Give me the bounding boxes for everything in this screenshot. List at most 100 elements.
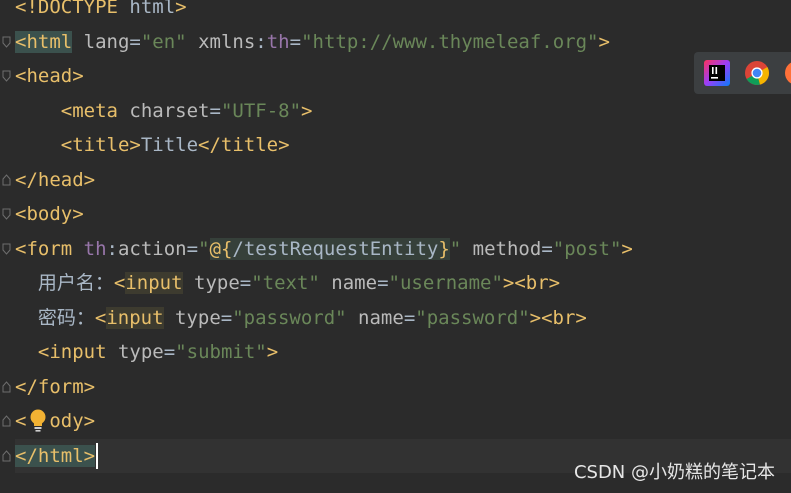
- code-line[interactable]: <head>: [15, 59, 791, 93]
- code-token: <: [94, 306, 107, 329]
- fold-open-icon[interactable]: [2, 36, 11, 48]
- code-token: <body>: [15, 203, 84, 225]
- code-token: <input: [37, 341, 107, 363]
- code-token: "submit": [175, 341, 267, 363]
- code-token: lang: [72, 30, 130, 53]
- code-token: =: [541, 237, 553, 260]
- code-token: =: [377, 272, 389, 294]
- code-token: >: [301, 99, 313, 122]
- code-token: =: [220, 306, 233, 329]
- code-line[interactable]: <form th:action="@{/testRequestEntity}" …: [15, 232, 791, 266]
- code-token: =: [403, 306, 416, 329]
- code-editor[interactable]: <!DOCTYPE html> <html lang="en" xmlns:th=…: [0, 0, 791, 493]
- code-line[interactable]: <!DOCTYPE html>: [15, 0, 791, 24]
- code-token: <title>: [60, 134, 141, 156]
- code-token: type: [163, 306, 221, 329]
- lightbulb-icon[interactable]: [28, 408, 48, 432]
- code-token: "UTF-8": [220, 99, 302, 122]
- code-token: 密码：: [37, 306, 95, 329]
- code-token: ><br>: [502, 272, 561, 294]
- code-token: html: [129, 0, 176, 18]
- fold-open-icon[interactable]: [2, 243, 11, 255]
- code-token: =: [239, 272, 252, 294]
- code-token: type: [182, 272, 240, 294]
- code-line[interactable]: <title>Title</title>: [15, 128, 791, 162]
- code-token: :: [106, 237, 118, 260]
- code-line[interactable]: </head>: [15, 163, 791, 197]
- code-line[interactable]: </form>: [15, 370, 791, 404]
- code-token: </head>: [15, 168, 96, 191]
- code-token: "http://www.thymeleaf.org": [301, 30, 599, 53]
- code-token: type: [106, 341, 164, 363]
- code-token: >: [621, 237, 633, 260]
- fold-close-icon[interactable]: [2, 380, 11, 393]
- code-token: >: [175, 0, 187, 18]
- chrome-icon[interactable]: [744, 60, 770, 86]
- code-token: ody>: [49, 410, 96, 432]
- fold-close-icon[interactable]: [2, 415, 11, 427]
- code-line[interactable]: <body>: [15, 197, 791, 231]
- code-token: ": [449, 237, 462, 260]
- code-line[interactable]: < ody>: [15, 404, 791, 438]
- code-token: "text": [251, 272, 320, 294]
- code-token: :: [255, 30, 267, 53]
- code-token: <head>: [15, 65, 84, 87]
- code-token: </title>: [198, 134, 290, 156]
- code-token: =: [186, 237, 199, 260]
- code-line[interactable]: 密码：<input type="password" name="password…: [15, 301, 791, 335]
- code-token: th: [266, 30, 290, 53]
- code-token: <meta: [60, 99, 118, 122]
- fold-close-icon[interactable]: [2, 173, 11, 186]
- code-token: name: [346, 306, 404, 329]
- code-token: action: [117, 237, 187, 260]
- code-token: "username": [388, 272, 503, 294]
- code-token: =: [209, 99, 221, 122]
- text-caret: [96, 443, 99, 469]
- intellij-icon[interactable]: [704, 60, 730, 86]
- code-token: <html: [15, 30, 73, 53]
- code-line[interactable]: <meta charset="UTF-8">: [15, 94, 791, 128]
- watermark: CSDN @小奶糕的笔记本: [573, 462, 775, 483]
- code-token: <form: [15, 237, 73, 260]
- code-token: =: [163, 341, 176, 363]
- code-token: "password": [232, 306, 347, 329]
- code-token: ><br>: [529, 306, 587, 329]
- code-token: <!DOCTYPE: [15, 0, 130, 18]
- code-token: charset: [117, 99, 210, 122]
- code-token: xmlns: [186, 30, 256, 53]
- code-token: <: [113, 272, 126, 294]
- code-token: =: [289, 30, 302, 53]
- code-token: 用户名：: [37, 272, 114, 294]
- code-token: /testRequestEntity: [232, 237, 439, 260]
- fold-close-icon[interactable]: [2, 449, 11, 462]
- code-line[interactable]: 用户名：<input type="text" name="username"><…: [15, 266, 791, 300]
- code-token: </html>: [15, 444, 96, 467]
- firefox-icon[interactable]: [784, 60, 791, 86]
- code-token: th: [72, 237, 107, 260]
- fold-open-icon[interactable]: [2, 208, 11, 220]
- browser-preview-toolbar: [694, 52, 791, 94]
- code-token: Title: [140, 134, 199, 156]
- code-line[interactable]: <html lang="en" xmlns:th="http://www.thy…: [15, 25, 791, 59]
- editor-gutter: [0, 0, 15, 493]
- code-token: }: [438, 237, 450, 260]
- code-token: name: [319, 272, 378, 294]
- code-token: input: [106, 306, 164, 329]
- code-token: >: [598, 30, 610, 53]
- code-token: >: [266, 341, 279, 363]
- code-token: method: [461, 237, 542, 260]
- code-token: "post": [552, 237, 622, 260]
- code-token: </form>: [15, 375, 96, 398]
- code-token: @{: [209, 237, 233, 260]
- code-line[interactable]: <input type="submit">: [15, 335, 791, 369]
- code-token: "password": [415, 306, 530, 329]
- fold-open-icon[interactable]: [2, 70, 11, 82]
- code-token: input: [125, 272, 183, 294]
- code-token: =: [129, 30, 141, 53]
- code-token: ": [198, 237, 210, 260]
